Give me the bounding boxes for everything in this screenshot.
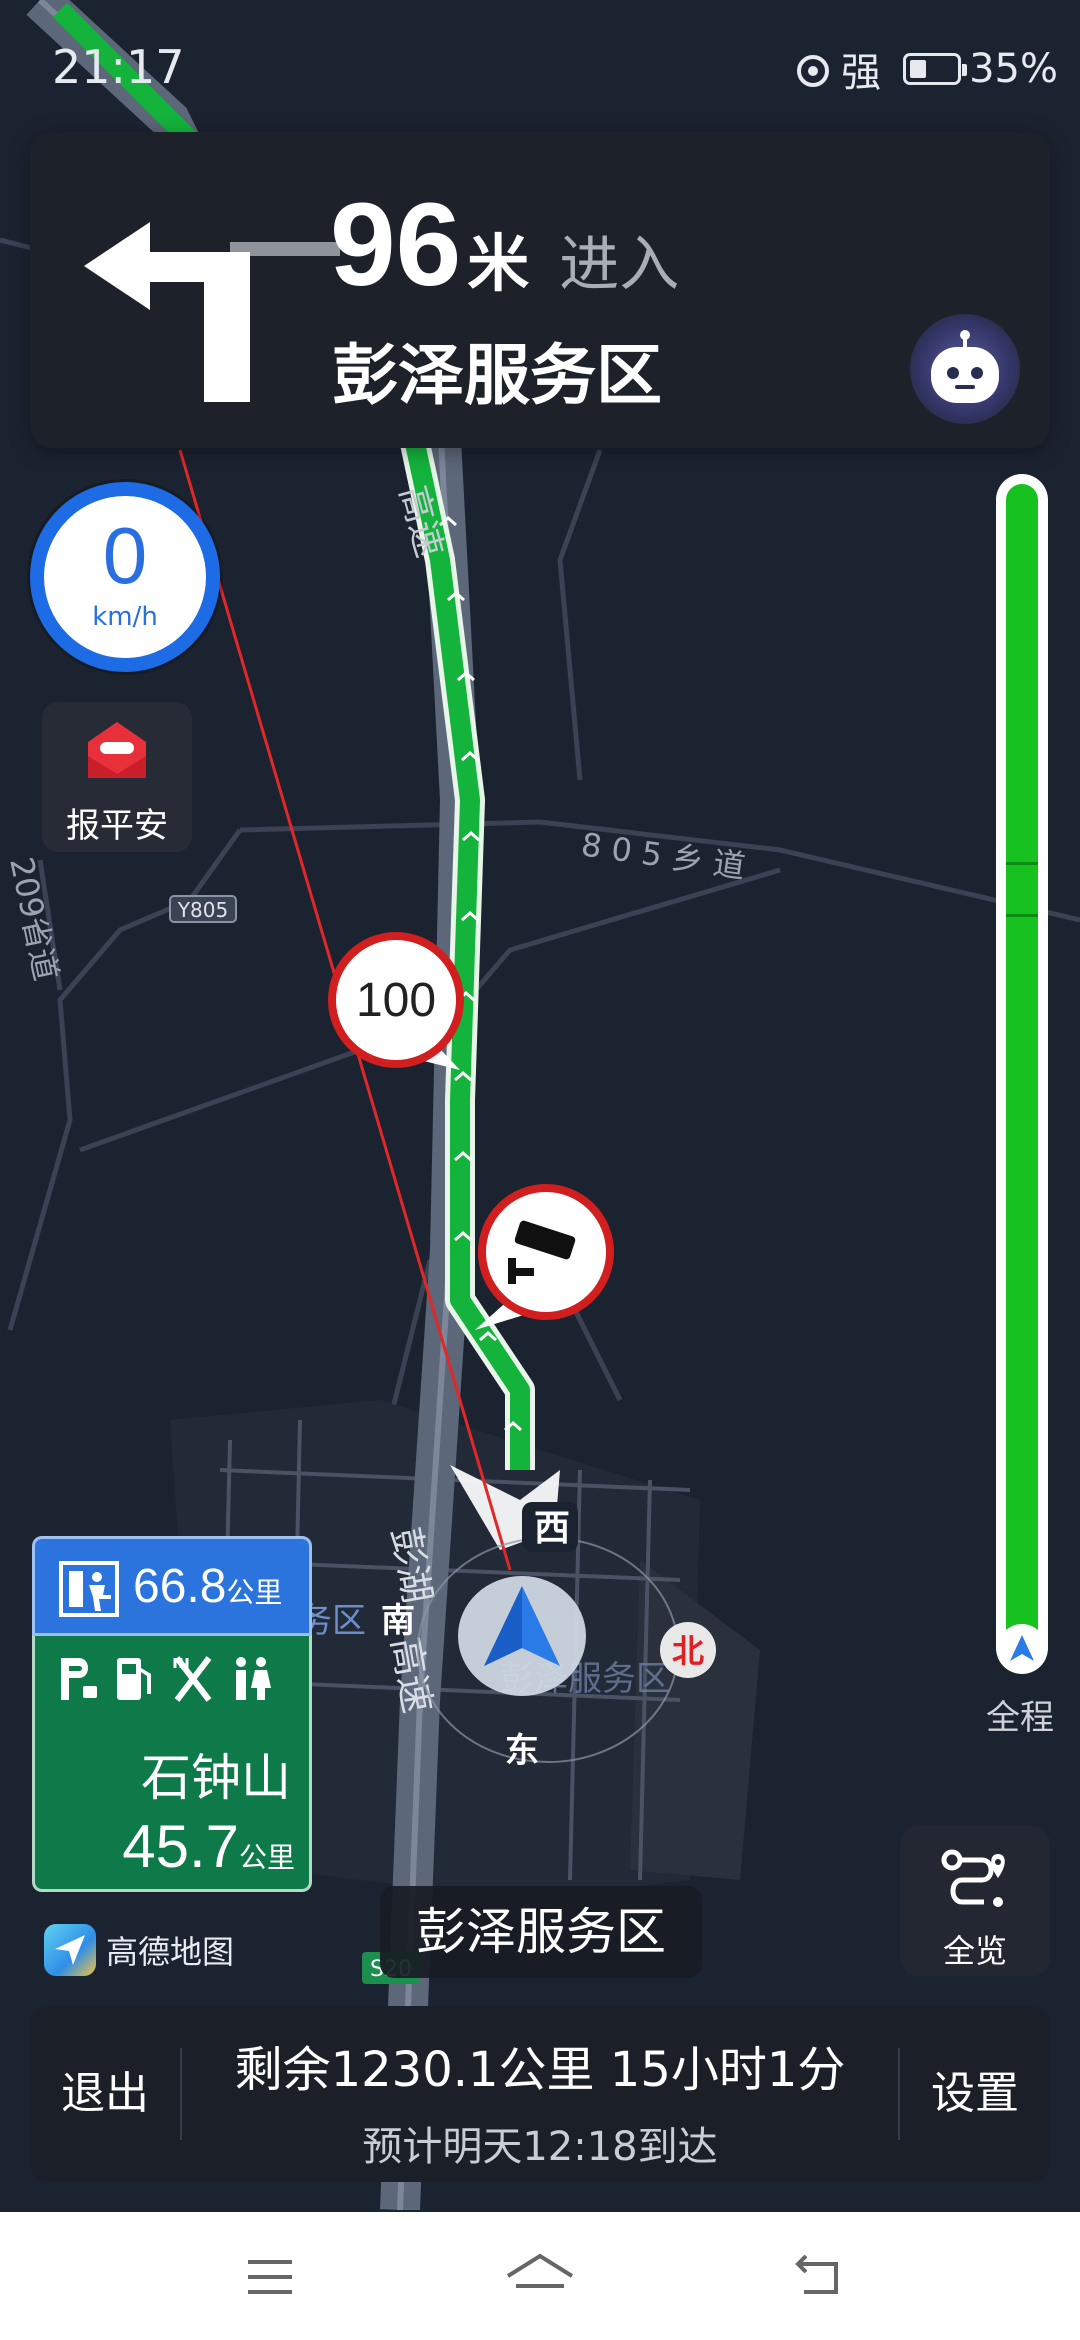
turn-instruction-card[interactable]: 96 米 进入 彭泽服务区 (30, 132, 1050, 448)
route-progress-bar (996, 474, 1048, 1674)
service-area-card[interactable]: 66.8公里 石钟山 45.7公里 (32, 1536, 312, 1892)
route-overview-icon (941, 1849, 1005, 1907)
compass-north: 北 (672, 1632, 704, 1670)
amap-brand-name: 高德地图 (106, 1933, 235, 1971)
distance-row: 96 米 进入 (330, 177, 679, 313)
dining-icon (173, 1656, 212, 1702)
service-area-distance-value: 45.7 (122, 1813, 239, 1880)
route-overview-button[interactable]: 全览 (900, 1826, 1050, 1976)
service-area-name: 石钟山 (141, 1749, 291, 1807)
report-safety-label: 报平安 (66, 806, 168, 846)
trip-summary-bar: 退出 剩余1230.1公里 15小时1分 预计明天12:18到达 设置 (30, 2006, 1050, 2182)
exit-door-icon (59, 1561, 119, 1617)
battery-fill (910, 60, 927, 78)
turn-left-arrow-icon (84, 222, 340, 402)
progress-car-marker (998, 1624, 1046, 1672)
service-area-banner: 石钟山 45.7公里 (32, 1636, 312, 1892)
report-safety-button[interactable]: 报平安 (42, 702, 192, 852)
status-bar: 21:17 强 35% (0, 0, 1080, 130)
next-exit-banner: 66.8公里 (32, 1536, 312, 1636)
system-navigation-bar (0, 2212, 1080, 2340)
service-area-distance-unit: 公里 (238, 1842, 295, 1873)
amap-logo-icon (44, 1924, 96, 1976)
speed-unit: km/h (92, 602, 158, 632)
next-exit-distance-unit: 公里 (226, 1577, 283, 1608)
distance-value: 96 (330, 179, 462, 311)
status-indicators: 强 35% (793, 40, 1058, 98)
current-speed-gauge: 0 km/h (30, 482, 220, 672)
signal-icon (797, 55, 830, 87)
progress-car-icon (1010, 1635, 1034, 1661)
turn-action: 进入 (559, 230, 680, 300)
progress-tick (1006, 862, 1038, 865)
vehicle-marker (458, 1576, 586, 1696)
progress-label: 全程 (986, 1698, 1054, 1738)
compass-south: 南 (381, 1601, 415, 1641)
road-code-text: Y805 (177, 898, 228, 922)
status-time: 21:17 (52, 40, 185, 94)
voice-assistant-button[interactable] (910, 314, 1020, 424)
settings-button[interactable]: 设置 (900, 2006, 1050, 2182)
route-overview-label: 全览 (942, 1932, 1007, 1970)
speed-limit-value: 100 (356, 974, 436, 1027)
estimated-arrival: 预计明天12:18到达 (362, 2124, 718, 2170)
progress-tick (1006, 914, 1038, 917)
menu-icon[interactable] (230, 2242, 310, 2312)
progress-fill (1006, 484, 1038, 1644)
back-icon[interactable] (780, 2242, 860, 2312)
next-road-name: 彭泽服务区 (332, 337, 662, 414)
service-area-distance: 45.7公里 (122, 1812, 295, 1881)
next-exit-distance-value: 66.8 (133, 1560, 227, 1613)
restroom-icon (236, 1657, 271, 1700)
compass-east: 东 (505, 1731, 539, 1771)
fuel-icon (117, 1658, 151, 1700)
amenity-icons (55, 1654, 273, 1704)
speed-limit-marker[interactable]: 100 (328, 932, 464, 1070)
exit-navigation-button[interactable]: 退出 (30, 2006, 180, 2182)
current-road-chip: 彭泽服务区 (380, 1886, 702, 1978)
safety-envelope-icon (88, 722, 146, 778)
assistant-robot-icon (931, 330, 999, 403)
battery-percent: 35% (969, 46, 1058, 92)
remaining-distance-time: 剩余1230.1公里 15小时1分 (234, 2042, 846, 2098)
parking-icon (61, 1658, 97, 1700)
distance-unit: 米 (467, 227, 530, 300)
compass-west: 西 (534, 1508, 570, 1549)
home-icon[interactable] (500, 2242, 580, 2312)
amap-brand: 高德地图 (44, 1924, 234, 1976)
signal-strength-text: 强 (841, 50, 882, 96)
battery-icon (903, 53, 968, 85)
speed-value: 0 (102, 511, 148, 600)
next-exit-distance: 66.8公里 (133, 1559, 282, 1614)
divider (180, 2048, 182, 2140)
